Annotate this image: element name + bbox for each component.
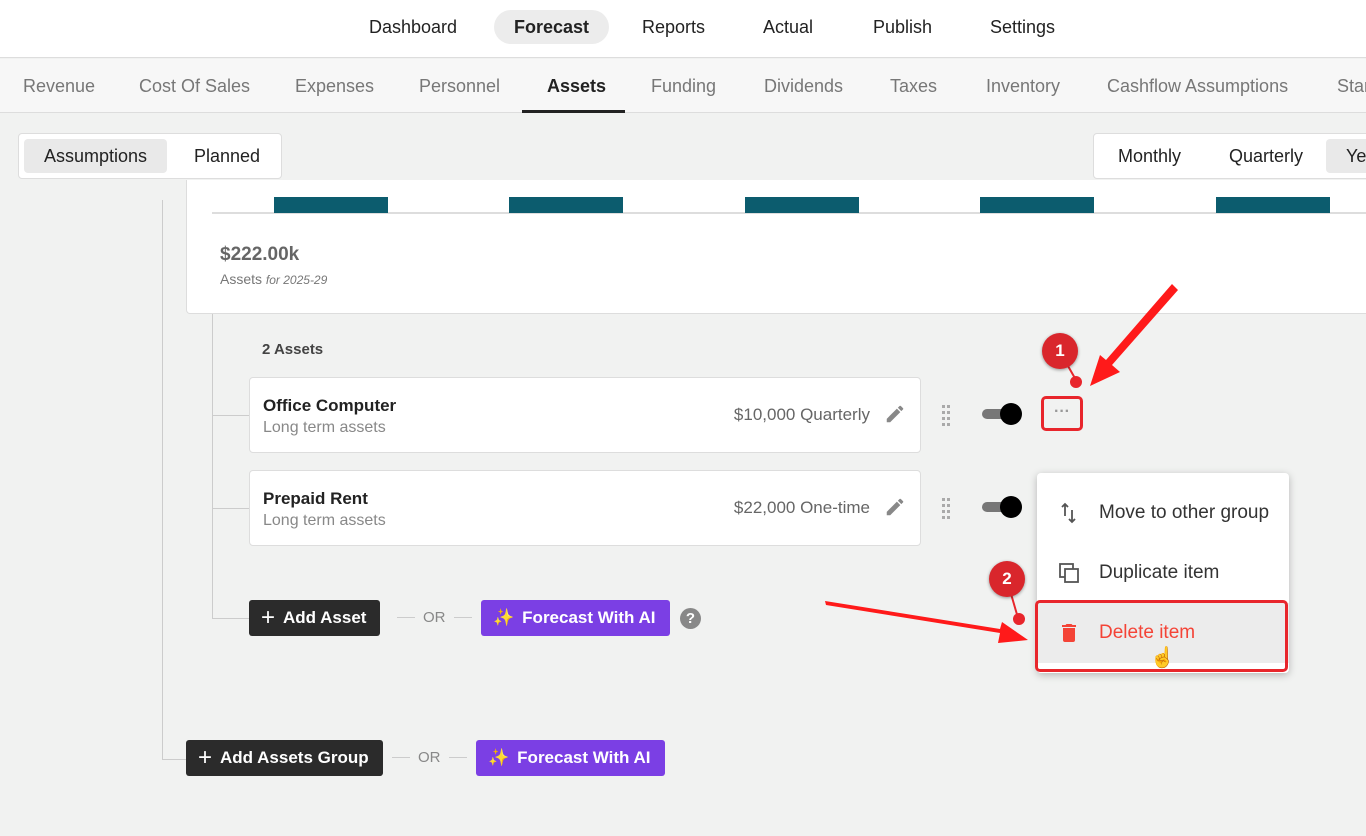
step-2-badge: 2 — [989, 561, 1025, 597]
arrow-1 — [1090, 284, 1178, 386]
annotation-arrows — [825, 284, 1178, 643]
step-1-badge: 1 — [1042, 333, 1078, 369]
arrow-2 — [825, 601, 1028, 643]
annotation-dot — [1070, 376, 1082, 388]
annotation-dot — [1013, 613, 1025, 625]
